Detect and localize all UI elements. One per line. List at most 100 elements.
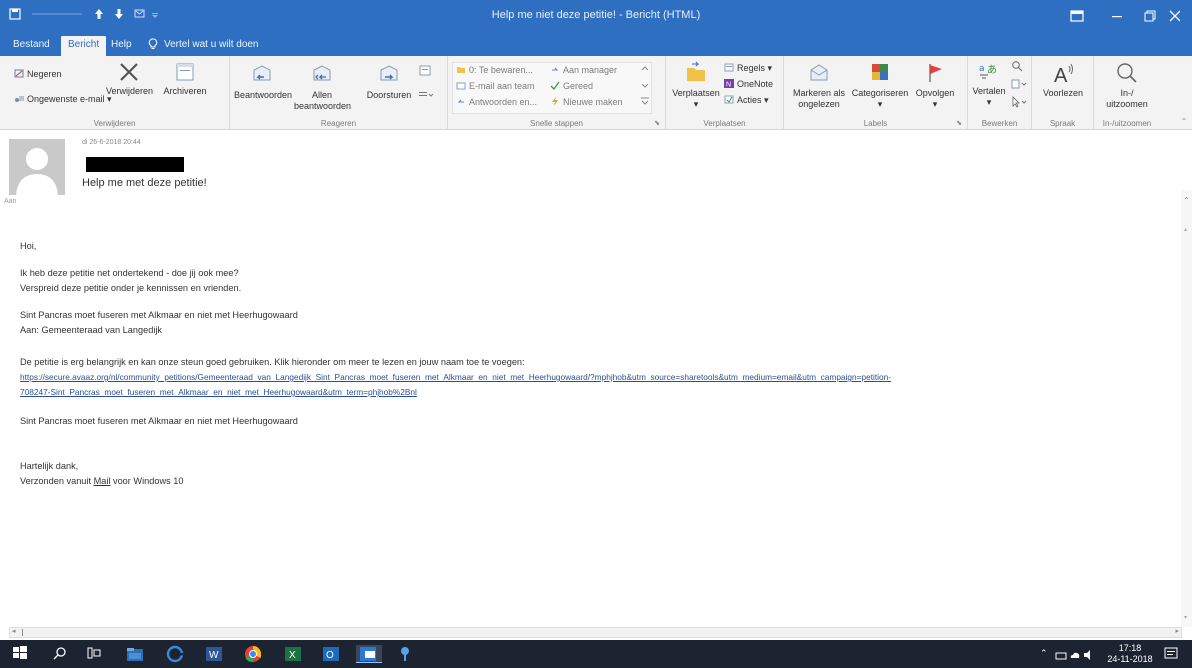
select-icon[interactable] bbox=[1008, 78, 1030, 93]
volume-icon[interactable] bbox=[1083, 648, 1095, 666]
save-icon[interactable] bbox=[8, 8, 22, 24]
archive-icon bbox=[176, 63, 194, 81]
quick-step-3[interactable]: Aan manager bbox=[550, 64, 617, 76]
forward-button[interactable]: Doorsturen bbox=[356, 63, 422, 101]
network-icon[interactable] bbox=[1055, 648, 1067, 666]
categorize-button[interactable]: Categoriseren ▾ bbox=[848, 61, 912, 110]
file-explorer-icon[interactable] bbox=[126, 645, 144, 663]
follow-up-button[interactable]: Opvolgen ▾ bbox=[912, 61, 958, 110]
quick-step-4[interactable]: Gereed bbox=[550, 80, 593, 92]
group-delete-label: Verwijderen bbox=[93, 119, 136, 128]
sender-name-redacted bbox=[86, 157, 184, 172]
forward-mail-icon bbox=[552, 67, 559, 71]
body-p2-l1: Sint Pancras moet fuseren met Alkmaar en… bbox=[20, 310, 298, 320]
onedrive-icon[interactable] bbox=[1069, 648, 1081, 666]
reply-icon bbox=[253, 65, 271, 81]
tab-help[interactable]: Help bbox=[104, 36, 139, 56]
sent-date: di 26-6-2018 20:44 bbox=[82, 139, 141, 146]
ribbon-tabs: Bestand Bericht Help Vertel wat u wilt d… bbox=[0, 34, 1192, 56]
tell-me-search[interactable]: Vertel wat u wilt doen bbox=[148, 36, 259, 56]
excel-icon[interactable]: X bbox=[284, 645, 302, 663]
ignore-button[interactable]: Negeren bbox=[14, 68, 62, 80]
scroll-thumb[interactable] bbox=[22, 629, 23, 636]
qat-dropdown-icon[interactable] bbox=[150, 8, 160, 24]
svg-text:A: A bbox=[1054, 65, 1068, 85]
notifications-icon[interactable] bbox=[1164, 647, 1178, 666]
ribbon-display-options-icon[interactable] bbox=[1055, 0, 1099, 34]
scroll-down-arrow-icon[interactable]: ▾ bbox=[1184, 614, 1187, 621]
windows-start-icon[interactable] bbox=[12, 645, 30, 663]
scroll-left-arrow-icon[interactable]: ◂ bbox=[12, 627, 16, 635]
zoom-button[interactable]: In-/uitzoomen bbox=[1100, 61, 1154, 110]
outlook-message-taskbar-icon[interactable] bbox=[356, 645, 382, 663]
petition-link-line2[interactable]: 708247-Sint_Pancras_moet_fuseren_met_Alk… bbox=[20, 387, 417, 397]
tray-chevron-icon[interactable]: ⌃ bbox=[1040, 648, 1048, 659]
tab-file[interactable]: Bestand bbox=[6, 36, 57, 56]
quick-step-1[interactable]: E-mail aan team bbox=[456, 80, 535, 92]
more-respond-icon[interactable] bbox=[416, 64, 434, 81]
vertical-scrollbar[interactable]: ⌃ ▴ ▾ bbox=[1181, 190, 1192, 627]
categorize-icon bbox=[872, 64, 888, 80]
body-p4: Sint Pancras moet fuseren met Alkmaar en… bbox=[20, 416, 298, 426]
signature-prefix: Verzonden vanuit bbox=[20, 476, 94, 486]
svg-text:O: O bbox=[326, 650, 334, 661]
quick-step-2[interactable]: Antwoorden en... bbox=[456, 96, 537, 108]
delete-button[interactable]: Verwijderen bbox=[106, 61, 153, 97]
rules-button[interactable]: Regels ▾ bbox=[724, 62, 772, 74]
read-aloud-icon: A bbox=[1054, 63, 1073, 85]
tell-me-text: Vertel wat u wilt doen bbox=[164, 39, 259, 50]
close-button[interactable] bbox=[1157, 0, 1192, 34]
search-icon[interactable] bbox=[52, 645, 70, 663]
quick-step-0[interactable]: 0: Te bewaren... bbox=[456, 64, 533, 76]
quick-step-5[interactable]: Nieuwe maken bbox=[550, 96, 623, 108]
scroll-up-arrow-icon[interactable]: ▴ bbox=[1184, 226, 1187, 233]
svg-text:N: N bbox=[726, 82, 731, 89]
arrow-up-icon[interactable] bbox=[92, 8, 106, 24]
app-pin-icon[interactable] bbox=[396, 645, 414, 663]
group-respond: Beantwoorden Allen beantwoorden Doorsture… bbox=[230, 56, 448, 130]
svg-text:X: X bbox=[289, 650, 296, 661]
mark-unread-button[interactable]: Markeren als ongelezen bbox=[790, 61, 848, 110]
move-button[interactable]: Verplaatsen ▾ bbox=[670, 61, 722, 110]
person-placeholder-icon bbox=[16, 148, 58, 195]
scroll-up-chevron-icon[interactable]: ⌃ bbox=[1183, 196, 1190, 205]
move-folder-icon bbox=[687, 61, 705, 81]
to-label: Aan bbox=[4, 198, 17, 205]
taskbar-clock[interactable]: 17:18 24-11-2018 bbox=[1100, 643, 1160, 665]
find-icon[interactable] bbox=[1008, 60, 1026, 75]
quick-steps-scroll-icon[interactable] bbox=[638, 64, 652, 111]
tab-message[interactable]: Bericht bbox=[61, 36, 107, 56]
group-zoom: In-/uitzoomen In-/uitzoomen bbox=[1094, 56, 1160, 130]
actions-button[interactable]: Acties ▾ bbox=[724, 94, 769, 106]
mail-app-link[interactable]: Mail bbox=[94, 476, 111, 486]
ribbon: Negeren Ongewenste e-mail ▾ Verwijderen … bbox=[0, 56, 1192, 130]
collapse-ribbon-icon[interactable]: ⌃ bbox=[1178, 116, 1190, 127]
chrome-icon[interactable] bbox=[244, 645, 262, 663]
edge-browser-icon[interactable] bbox=[166, 645, 184, 663]
customize-qat-icon[interactable] bbox=[132, 8, 148, 24]
junk-icon bbox=[15, 96, 24, 102]
task-view-icon[interactable] bbox=[86, 645, 104, 663]
reply-button[interactable]: Beantwoorden bbox=[234, 63, 292, 101]
translate-button[interactable]: aあ Vertalen ▾ bbox=[972, 61, 1006, 108]
onenote-icon: N bbox=[724, 79, 734, 88]
windows-taskbar: W X O ⌃ 17:18 24-11-2018 bbox=[0, 640, 1192, 668]
arrow-down-icon[interactable] bbox=[112, 8, 126, 24]
junk-button[interactable]: Ongewenste e-mail ▾ bbox=[14, 93, 112, 105]
message-body: Hoi, Ik heb deze petitie net ondertekend… bbox=[0, 212, 1181, 626]
word-icon[interactable]: W bbox=[205, 645, 223, 663]
reply-delete-icon bbox=[457, 99, 464, 103]
scroll-right-arrow-icon[interactable]: ▸ bbox=[1175, 627, 1179, 635]
archive-button[interactable]: Archiveren bbox=[158, 61, 212, 97]
cursor-select-icon[interactable] bbox=[1008, 96, 1030, 111]
more-respond-dropdown-icon[interactable] bbox=[416, 90, 436, 103]
onenote-button[interactable]: N OneNote bbox=[724, 78, 773, 90]
petition-link-line1[interactable]: https://secure.avaaz.org/nl/community_pe… bbox=[20, 372, 891, 382]
clock-date: 24-11-2018 bbox=[1107, 654, 1153, 664]
checkmark-icon bbox=[550, 81, 560, 90]
read-aloud-button[interactable]: A Voorlezen bbox=[1036, 61, 1090, 99]
outlook-icon[interactable]: O bbox=[322, 645, 340, 663]
message-subject: Help me met deze petitie! bbox=[82, 177, 207, 189]
horizontal-scrollbar[interactable]: ◂ ▸ bbox=[9, 627, 1182, 638]
reply-all-button[interactable]: Allen beantwoorden bbox=[294, 63, 351, 112]
